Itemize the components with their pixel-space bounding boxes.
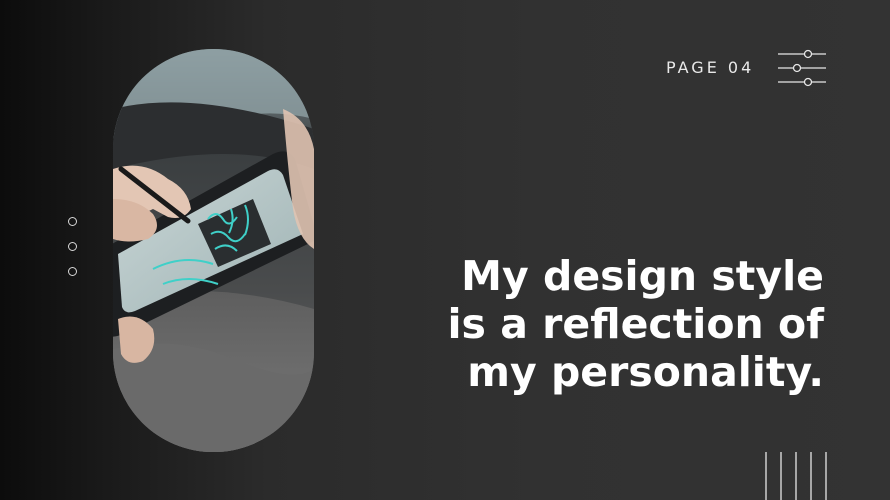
side-dots	[68, 217, 77, 292]
slide: PAGE 04 My design style is a reflection …	[0, 0, 890, 500]
quote-line: is a reflection of	[447, 300, 825, 348]
quote-line: My design style	[461, 252, 824, 300]
quote-text: My design style is a reflection of my pe…	[404, 252, 825, 396]
sliders-icon	[778, 49, 826, 87]
page-label: PAGE 04	[666, 58, 755, 77]
quote-line: my personality.	[467, 348, 824, 396]
dot	[68, 242, 77, 251]
dot	[68, 217, 77, 226]
dot	[68, 267, 77, 276]
vertical-lines-icon	[765, 452, 827, 500]
tablet-drawing-photo	[113, 49, 314, 452]
